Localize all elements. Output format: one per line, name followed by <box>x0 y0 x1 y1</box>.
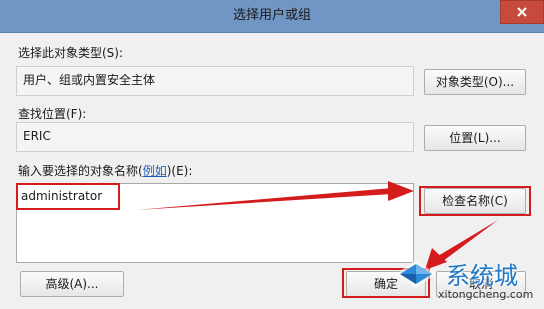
watermark-logo-icon <box>396 260 436 288</box>
watermark-url: xitongcheng.com <box>438 288 534 301</box>
arrow-to-check-names <box>136 181 414 210</box>
watermark-brand: 系统城 <box>446 262 518 290</box>
